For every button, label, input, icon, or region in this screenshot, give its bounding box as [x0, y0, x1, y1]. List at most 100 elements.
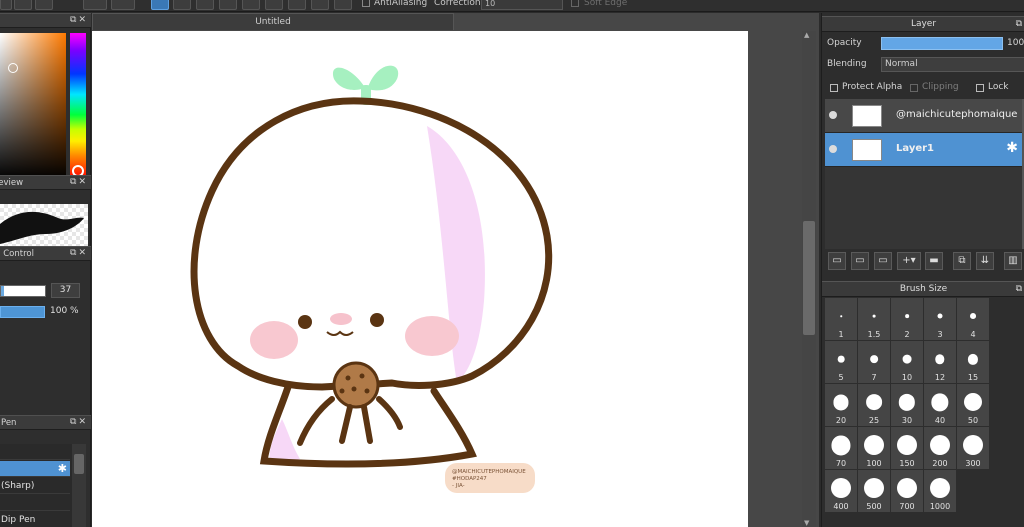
- document-tab[interactable]: Untitled: [92, 13, 454, 30]
- canvas-vertical-scrollbar[interactable]: ▲ ▼: [802, 31, 816, 527]
- brush-size-cell[interactable]: 20: [825, 384, 858, 427]
- brush-size-label: 700: [899, 502, 915, 511]
- brush-list-scrollbar[interactable]: [72, 444, 86, 527]
- hue-slider[interactable]: [70, 33, 86, 179]
- pattern-icon[interactable]: [196, 0, 214, 10]
- brush-size-cell[interactable]: 5: [825, 341, 858, 384]
- brush-size-cell[interactable]: 1: [825, 298, 858, 341]
- brush-item[interactable]: [0, 444, 70, 460]
- line-icon[interactable]: [219, 0, 237, 10]
- brush-float-close-icons[interactable]: ⧉✕: [70, 417, 88, 427]
- merge-layer-icon[interactable]: ⇊: [976, 252, 994, 270]
- correction-select[interactable]: 10: [481, 0, 563, 10]
- grid-icon[interactable]: [35, 0, 53, 10]
- brush-item[interactable]: [0, 495, 70, 511]
- brush-opacity-value: 100 %: [50, 306, 79, 316]
- brush-size-cell[interactable]: 700: [891, 470, 924, 513]
- link-icon[interactable]: [14, 0, 32, 10]
- brush-size-label: 150: [899, 459, 915, 468]
- protect-alpha-label: Protect Alpha: [842, 82, 903, 92]
- visibility-icon[interactable]: [829, 145, 837, 153]
- folder-icon[interactable]: ▬: [925, 252, 943, 270]
- brush-size-cell[interactable]: 1.5: [858, 298, 891, 341]
- scroll-thumb[interactable]: [74, 454, 84, 474]
- brush-size-cell[interactable]: 150: [891, 427, 924, 470]
- redo-icon[interactable]: [111, 0, 135, 10]
- antialiasing-checkbox[interactable]: [362, 0, 370, 7]
- scroll-up-icon[interactable]: ▲: [804, 31, 809, 39]
- layer-row-selected[interactable]: Layer1 ✱: [825, 133, 1022, 167]
- brush-size-dot: [967, 354, 979, 365]
- brush-size-cell[interactable]: 15: [957, 341, 990, 384]
- scroll-down-icon[interactable]: ▼: [804, 519, 809, 527]
- brush-size-label: 15: [967, 373, 979, 382]
- brush-size-cell[interactable]: 7: [858, 341, 891, 384]
- brush-size-cell[interactable]: 4: [957, 298, 990, 341]
- settings-icon[interactable]: [311, 0, 329, 10]
- undo-icon[interactable]: [83, 0, 107, 10]
- dots-icon[interactable]: [242, 0, 260, 10]
- brush-size-dot: [937, 313, 943, 319]
- brush-size-cell[interactable]: 500: [858, 470, 891, 513]
- clipping-checkbox[interactable]: [910, 84, 918, 92]
- gear-icon[interactable]: [334, 0, 352, 10]
- brush-size-cell[interactable]: 2: [891, 298, 924, 341]
- duplicate-doc-icon[interactable]: ▭: [874, 252, 892, 270]
- brush-size-slider[interactable]: [0, 285, 46, 297]
- blending-select[interactable]: Normal: [881, 57, 1024, 72]
- brush-size-panel-header: Brush Size ⧉: [822, 281, 1024, 297]
- brush-size-cell[interactable]: 30: [891, 384, 924, 427]
- lock-checkbox[interactable]: [976, 84, 984, 92]
- new-layer-from-file-icon[interactable]: ▭: [851, 252, 869, 270]
- protect-alpha-checkbox[interactable]: [830, 84, 838, 92]
- brush-item-selected[interactable]: ✱: [0, 461, 70, 477]
- copy-layer-icon[interactable]: ⧉: [953, 252, 971, 270]
- layer-opacity-slider[interactable]: [881, 37, 1003, 50]
- brush-size-cell[interactable]: 400: [825, 470, 858, 513]
- brush-size-value[interactable]: 37: [51, 283, 80, 298]
- brush-size-cell[interactable]: 70: [825, 427, 858, 470]
- new-layer-icon[interactable]: ▭: [828, 252, 846, 270]
- watermark-line: @MAICHICUTEPHOMAIQUE: [452, 469, 526, 475]
- brush-item[interactable]: Dip Pen: [0, 512, 70, 527]
- color-saturation-value-picker[interactable]: [0, 33, 66, 179]
- brush-size-cell[interactable]: 200: [924, 427, 957, 470]
- brush-size-cell[interactable]: 50: [957, 384, 990, 427]
- gear-icon[interactable]: ✱: [1006, 140, 1018, 156]
- brush-opacity-slider[interactable]: [0, 306, 45, 318]
- brush-size-label: 4: [970, 330, 976, 339]
- lasso-icon[interactable]: [151, 0, 169, 10]
- brush-size-cell[interactable]: 10: [891, 341, 924, 384]
- brush-size-dot: [837, 356, 845, 363]
- gear-icon[interactable]: ✱: [58, 461, 67, 476]
- brush-size-cell[interactable]: 40: [924, 384, 957, 427]
- brush-size-cell[interactable]: 25: [858, 384, 891, 427]
- control-float-close-icons[interactable]: ⧉✕: [70, 248, 88, 258]
- brush-size-cell[interactable]: 12: [924, 341, 957, 384]
- hatch-icon[interactable]: [173, 0, 191, 10]
- drawing-canvas[interactable]: @MAICHICUTEPHOMAIQUE #HODAP247 - JIA-: [92, 31, 748, 527]
- brush-size-cell[interactable]: 100: [858, 427, 891, 470]
- trash-icon[interactable]: ▥: [1004, 252, 1022, 270]
- brush-size-cell[interactable]: 300: [957, 427, 990, 470]
- correction-label: Correction: [434, 0, 481, 8]
- rotate-icon[interactable]: [288, 0, 306, 10]
- visibility-icon[interactable]: [829, 111, 837, 119]
- canvas-scroll-thumb[interactable]: [803, 221, 815, 335]
- brush-tool-icon[interactable]: [0, 0, 12, 10]
- panel-float-close-icons[interactable]: ⧉✕: [70, 15, 88, 25]
- brush-item[interactable]: (Sharp): [0, 478, 70, 494]
- soft-edge-checkbox[interactable]: [571, 0, 579, 7]
- layer-row[interactable]: @maichicutephomaique: [825, 99, 1022, 133]
- brush-size-cell[interactable]: 1000: [924, 470, 957, 513]
- color-picker-marker[interactable]: [8, 63, 18, 73]
- float-panel-icon[interactable]: ⧉: [1016, 17, 1022, 32]
- eye-left: [298, 315, 312, 329]
- spiral-icon[interactable]: [265, 0, 283, 10]
- brush-size-label: 3: [937, 330, 943, 339]
- brush-size-dot: [831, 478, 851, 499]
- add-layer-menu-icon[interactable]: +▾: [897, 252, 921, 270]
- float-panel-icon[interactable]: ⧉: [1016, 282, 1022, 297]
- preview-float-close-icons[interactable]: ⧉✕: [70, 177, 88, 187]
- brush-size-cell[interactable]: 3: [924, 298, 957, 341]
